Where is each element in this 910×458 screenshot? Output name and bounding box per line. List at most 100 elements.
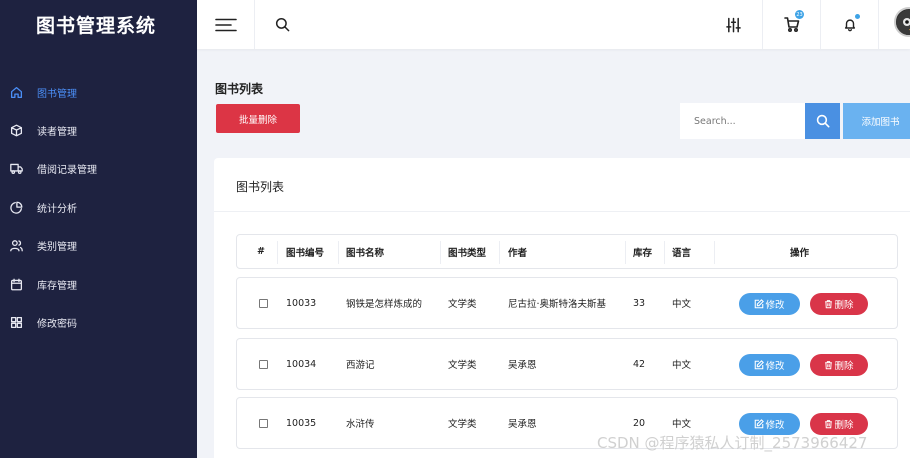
delete-button[interactable]: 删除: [810, 354, 868, 376]
header-actions: 操作: [790, 247, 810, 259]
column-separator: [664, 241, 665, 264]
settings-button[interactable]: [705, 0, 763, 49]
table-header: # 图书编号 图书名称 图书类型 作者 库存 语言 操作: [236, 234, 898, 269]
trash-icon: [825, 420, 833, 429]
menu-toggle-button[interactable]: [197, 0, 255, 49]
row-checkbox[interactable]: [259, 298, 268, 308]
notifications-button[interactable]: [821, 0, 879, 49]
book-language: 中文: [672, 299, 692, 310]
edit-label: 修改: [765, 361, 785, 372]
sidebar-item-label: 借阅记录管理: [37, 165, 97, 177]
sidebar-item-label: 修改密码: [37, 319, 77, 331]
sidebar-item-statistics[interactable]: 统计分析: [0, 188, 197, 226]
header-book-id: 图书编号: [286, 247, 325, 259]
delete-label: 删除: [834, 361, 854, 372]
sidebar: 图书管理系统 图书管理 读者管理 借阅记录管理 统计分析 类别管理 库存管理 修…: [0, 0, 197, 458]
trash-icon: [825, 361, 833, 370]
column-separator: [277, 241, 278, 264]
sidebar-item-change-password[interactable]: 修改密码: [0, 303, 197, 341]
column-separator: [499, 241, 500, 264]
app-title: 图书管理系统: [36, 15, 157, 37]
sidebar-item-category-management[interactable]: 类别管理: [0, 227, 197, 265]
edit-label: 修改: [765, 300, 785, 311]
sidebar-header: 图书管理系统: [0, 0, 197, 49]
search-icon: [816, 114, 829, 128]
book-name: 钢铁是怎样炼成的: [346, 299, 423, 310]
header-language: 语言: [672, 247, 692, 259]
book-stock: 42: [633, 358, 646, 370]
notification-dot: [855, 14, 860, 19]
search-input[interactable]: [680, 103, 806, 139]
search-icon: [275, 17, 289, 32]
hamburger-icon: [214, 18, 237, 31]
book-id: 10033: [286, 297, 317, 309]
home-icon: [9, 85, 23, 99]
book-author: 吴承恩: [508, 419, 537, 430]
search-button[interactable]: [805, 103, 840, 139]
sidebar-nav: 图书管理 读者管理 借阅记录管理 统计分析 类别管理 库存管理 修改密码: [0, 73, 197, 342]
sidebar-item-label: 图书管理: [37, 88, 77, 100]
book-stock: 33: [633, 297, 646, 309]
delete-label: 删除: [834, 420, 854, 431]
delete-button[interactable]: 删除: [810, 293, 868, 315]
book-name: 西游记: [346, 360, 375, 371]
sidebar-item-label: 统计分析: [37, 203, 77, 215]
row-checkbox[interactable]: [259, 359, 268, 369]
book-type: 文学类: [448, 419, 477, 430]
column-separator: [625, 241, 626, 264]
sidebar-item-label: 类别管理: [37, 242, 77, 254]
edit-icon: [755, 299, 765, 309]
book-name: 水浒传: [346, 419, 375, 430]
table-row: 10033 钢铁是怎样炼成的 文学类 尼古拉·奥斯特洛夫斯基 33 中文 修改 …: [236, 277, 898, 329]
avatar-image-icon: [896, 9, 910, 35]
book-author: 尼古拉·奥斯特洛夫斯基: [508, 299, 607, 310]
sidebar-item-inventory-management[interactable]: 库存管理: [0, 265, 197, 303]
table-row: 10034 西游记 文学类 吴承恩 42 中文 修改 删除: [236, 338, 898, 390]
calendar-icon: [9, 277, 23, 291]
book-language: 中文: [672, 360, 692, 371]
sidebar-item-borrow-records[interactable]: 借阅记录管理: [0, 150, 197, 188]
edit-icon: [755, 419, 765, 429]
edit-icon: [755, 360, 765, 370]
book-list-card: 图书列表 # 图书编号 图书名称 图书类型 作者 库存 语言 操作 10033 …: [214, 158, 910, 458]
grid-icon: [9, 316, 23, 330]
sidebar-item-book-management[interactable]: 图书管理: [0, 73, 197, 111]
watermark: CSDN @程序猿私人订制_2573966427: [597, 434, 868, 452]
book-type: 文学类: [448, 360, 477, 371]
column-separator: [338, 241, 339, 264]
book-id: 10034: [286, 358, 317, 370]
batch-delete-button[interactable]: 批量删除: [216, 104, 300, 133]
header-stock: 库存: [633, 247, 653, 259]
cart-icon: [783, 17, 799, 32]
header-select: #: [257, 246, 265, 257]
search-toggle-button[interactable]: [267, 0, 297, 49]
header-book-name: 图书名称: [346, 247, 385, 259]
trash-icon: [825, 300, 833, 309]
row-checkbox[interactable]: [259, 418, 268, 428]
header-author: 作者: [508, 247, 528, 259]
sidebar-item-reader-management[interactable]: 读者管理: [0, 111, 197, 149]
avatar[interactable]: [894, 7, 910, 37]
edit-button[interactable]: 修改: [739, 354, 800, 376]
edit-button[interactable]: 修改: [739, 293, 800, 315]
truck-icon: [9, 162, 23, 176]
add-book-button[interactable]: 添加图书: [843, 103, 910, 139]
delete-label: 删除: [834, 300, 854, 311]
sidebar-item-label: 读者管理: [37, 127, 77, 139]
page-title: 图书列表: [215, 82, 264, 96]
box-icon: [9, 124, 23, 138]
edit-label: 修改: [765, 420, 785, 431]
cart-count-badge: 23: [795, 10, 804, 19]
book-type: 文学类: [448, 299, 477, 310]
book-id: 10035: [286, 417, 317, 429]
column-separator: [714, 241, 715, 264]
users-icon: [9, 239, 23, 253]
topbar: 23: [197, 0, 910, 49]
bell-icon: [844, 19, 855, 32]
header-book-type: 图书类型: [448, 247, 487, 259]
divider: [214, 211, 910, 212]
sidebar-item-label: 库存管理: [37, 280, 77, 292]
cart-button[interactable]: 23: [763, 0, 821, 49]
book-author: 吴承恩: [508, 360, 537, 371]
pie-chart-icon: [9, 200, 23, 214]
